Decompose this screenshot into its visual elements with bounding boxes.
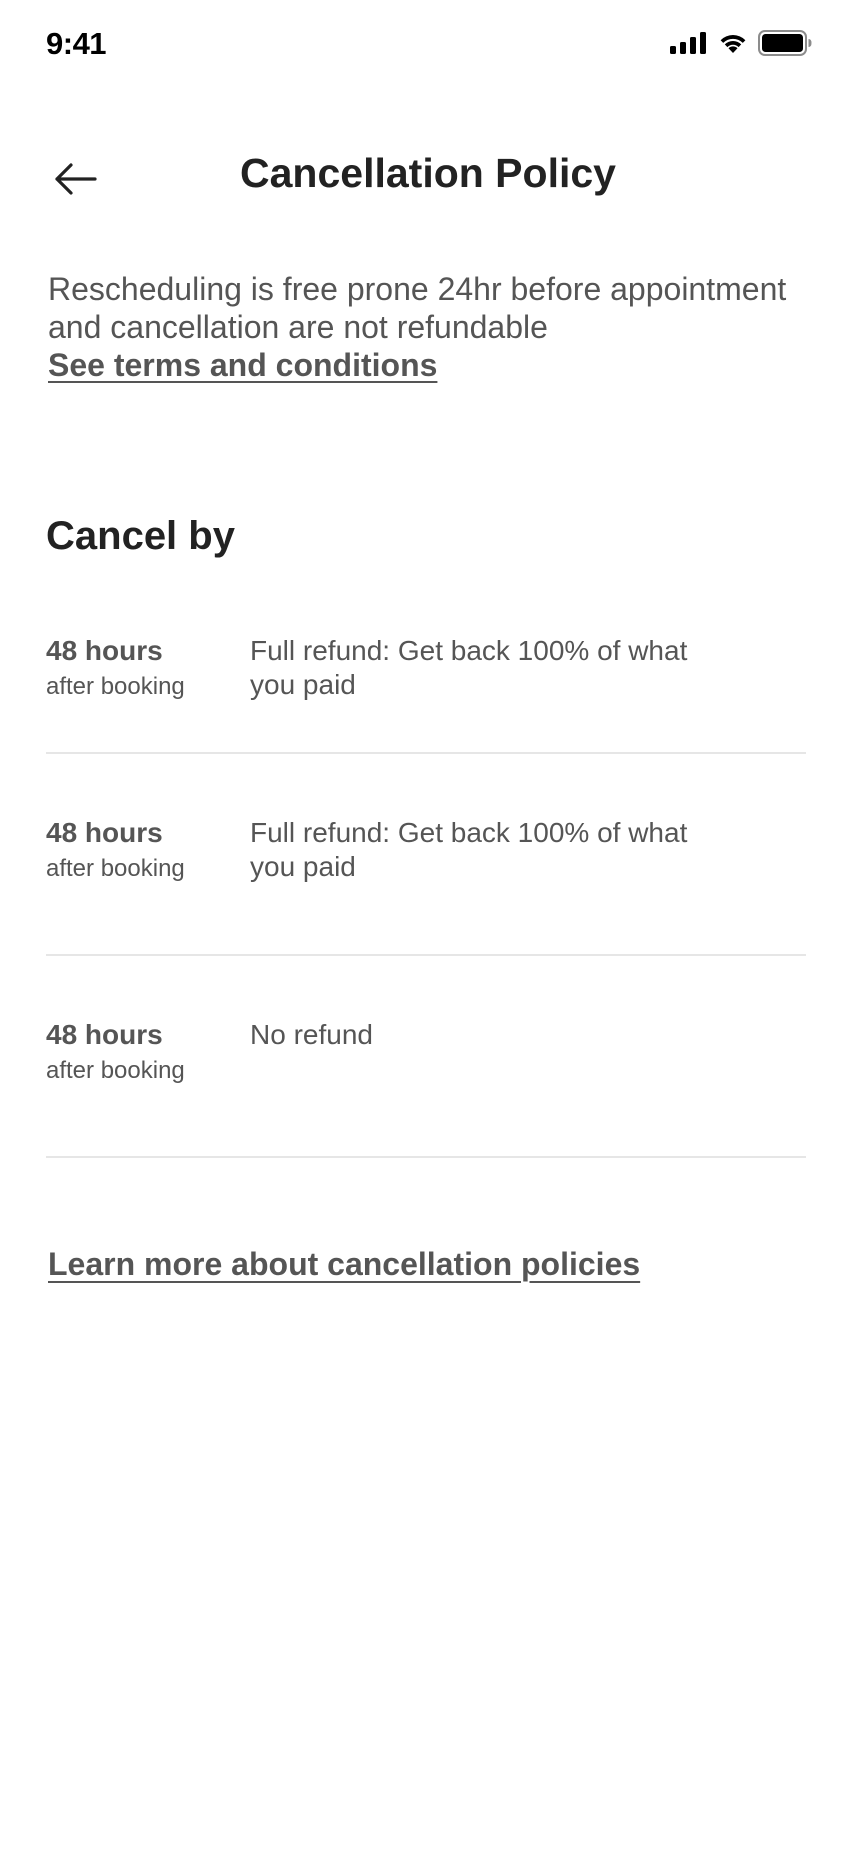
row-sub: after booking [46, 1057, 185, 1084]
row-sub: after booking [46, 855, 185, 882]
row-description: No refund [250, 1019, 373, 1050]
row-hours: 48 hours [46, 817, 163, 848]
row-description: Full refund: Get back 100% of what you p… [250, 817, 688, 882]
status-bar: 9:41 [0, 0, 856, 90]
terms-link[interactable]: See terms and conditions [48, 346, 437, 384]
list-item: 48 hours after booking Full refund: Get … [46, 754, 806, 956]
status-icons [670, 30, 812, 61]
policy-intro: Rescheduling is free prone 24hr before a… [48, 270, 818, 384]
battery-icon [758, 30, 812, 61]
page-title: Cancellation Policy [240, 150, 616, 196]
wifi-icon [718, 32, 748, 59]
header: Cancellation Policy [0, 140, 856, 220]
row-hours: 48 hours [46, 1019, 163, 1050]
cancel-by-title: Cancel by [46, 514, 235, 558]
row-hours: 48 hours [46, 635, 163, 666]
signal-icon [670, 32, 708, 59]
cancel-rows: 48 hours after booking Full refund: Get … [46, 620, 806, 1158]
row-description: Full refund: Get back 100% of what you p… [250, 635, 688, 700]
list-item: 48 hours after booking Full refund: Get … [46, 620, 806, 754]
policy-intro-text: Rescheduling is free prone 24hr before a… [48, 271, 787, 345]
list-item: 48 hours after booking No refund [46, 956, 806, 1158]
status-time: 9:41 [46, 26, 107, 61]
learn-more-link[interactable]: Learn more about cancellation policies [48, 1246, 640, 1283]
row-sub: after booking [46, 673, 185, 700]
